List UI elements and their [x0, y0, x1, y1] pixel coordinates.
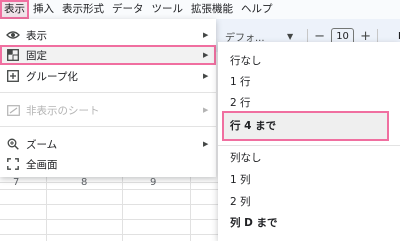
- menu-item-show[interactable]: 表示 ▶: [0, 25, 216, 45]
- freeze-submenu: 行なし 1 行 2 行 行 4 まで 列なし 1 列 2 列 列 D まで: [218, 42, 400, 241]
- eye-icon: [6, 28, 20, 42]
- submenu-arrow-icon: ▶: [203, 51, 209, 59]
- group-icon: [6, 69, 20, 83]
- freeze-1-column[interactable]: 1 列: [218, 170, 400, 190]
- menu-divider: [0, 92, 216, 93]
- menu-format[interactable]: 表示形式: [58, 0, 108, 19]
- freeze-no-columns[interactable]: 列なし: [218, 148, 400, 168]
- freeze-2-rows[interactable]: 2 行: [218, 93, 400, 113]
- menu-item-label: 固定: [26, 49, 47, 62]
- view-menu-dropdown: 表示 ▶ 固定 ▶ グループ化 ▶ 非表示のシート ▶ ズーム ▶ 全画面: [0, 19, 216, 177]
- menu-insert[interactable]: 挿入: [29, 0, 58, 19]
- submenu-arrow-icon: ▶: [203, 31, 209, 39]
- freeze-1-row[interactable]: 1 行: [218, 72, 400, 92]
- freeze-2-columns[interactable]: 2 列: [218, 192, 400, 212]
- menu-item-label: 全画面: [26, 158, 58, 171]
- menu-extensions[interactable]: 拡張機能: [187, 0, 237, 19]
- menu-item-label: グループ化: [26, 70, 78, 83]
- column-header: 9: [150, 177, 157, 188]
- caret-down-icon[interactable]: ▼: [287, 32, 293, 41]
- menu-bar: 表示 挿入 表示形式 データ ツール 拡張機能 ヘルプ: [0, 0, 400, 19]
- menu-item-label: 非表示のシート: [26, 104, 100, 117]
- freeze-up-to-column-d[interactable]: 列 D まで: [218, 213, 400, 233]
- menu-item-label: 表示: [26, 29, 47, 42]
- menu-tools[interactable]: ツール: [148, 0, 188, 19]
- zoom-icon: [6, 137, 20, 151]
- toolbar-divider: [376, 29, 378, 43]
- menu-view[interactable]: 表示: [0, 0, 29, 19]
- menu-item-hidden-sheets: 非表示のシート ▶: [0, 100, 216, 120]
- menu-divider: [218, 145, 400, 146]
- menu-item-freeze[interactable]: 固定 ▶: [0, 45, 216, 65]
- submenu-arrow-icon: ▶: [203, 72, 209, 80]
- column-header: 7: [13, 177, 20, 188]
- freeze-icon: [6, 48, 20, 62]
- fullscreen-icon: [6, 157, 20, 171]
- menu-item-label: ズーム: [26, 138, 58, 151]
- menu-data[interactable]: データ: [108, 0, 148, 19]
- column-header: 8: [81, 177, 88, 188]
- submenu-arrow-icon: ▶: [203, 106, 209, 114]
- submenu-arrow-icon: ▶: [203, 140, 209, 148]
- freeze-up-to-row-4[interactable]: 行 4 まで: [222, 111, 389, 141]
- menu-item-fullscreen[interactable]: 全画面: [0, 154, 216, 174]
- menu-item-zoom[interactable]: ズーム ▶: [0, 134, 216, 154]
- toolbar-divider: [307, 29, 309, 43]
- menu-item-group[interactable]: グループ化 ▶: [0, 66, 216, 86]
- freeze-no-rows[interactable]: 行なし: [218, 51, 400, 71]
- hidden-sheet-icon: [6, 103, 20, 117]
- menu-divider: [0, 126, 216, 127]
- menu-help[interactable]: ヘルプ: [237, 0, 277, 19]
